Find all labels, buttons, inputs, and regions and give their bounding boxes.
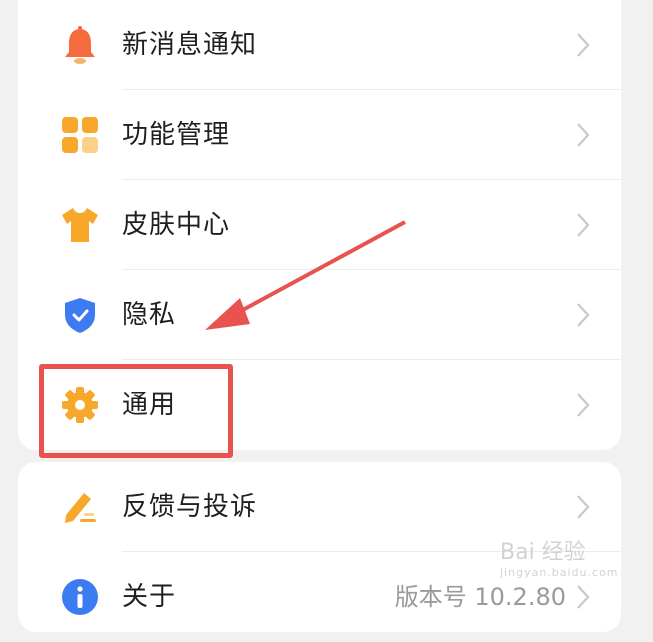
chevron-right-icon — [577, 123, 590, 147]
info-icon — [62, 579, 98, 615]
chevron-right-icon — [577, 495, 590, 519]
settings-item-label: 功能管理 — [122, 120, 231, 150]
edit-pen-icon — [65, 493, 96, 523]
settings-item-label: 反馈与投诉 — [122, 492, 258, 522]
grid-icon — [62, 117, 98, 153]
chevron-right-icon — [577, 33, 590, 57]
tshirt-icon — [62, 208, 98, 242]
settings-item-privacy[interactable]: 隐私 — [18, 270, 621, 360]
watermark-sub: jingyan.baidu.com — [500, 566, 619, 579]
chevron-right-icon — [577, 393, 590, 417]
settings-item-label: 关于 — [122, 582, 177, 612]
watermark: Bai 经验 jingyan.baidu.com — [500, 534, 640, 594]
settings-item-notifications[interactable]: 新消息通知 — [18, 0, 621, 90]
chevron-right-icon — [577, 213, 590, 237]
settings-item-skin-center[interactable]: 皮肤中心 — [18, 180, 621, 270]
watermark-main: Bai 经验 — [500, 540, 586, 565]
settings-item-label: 皮肤中心 — [122, 210, 231, 240]
highlight-box — [39, 364, 233, 458]
bell-icon — [65, 26, 95, 64]
shield-check-icon — [65, 298, 95, 333]
chevron-right-icon — [577, 303, 590, 327]
settings-item-features[interactable]: 功能管理 — [18, 90, 621, 180]
settings-item-label: 隐私 — [122, 300, 177, 330]
settings-item-label: 新消息通知 — [122, 30, 258, 60]
